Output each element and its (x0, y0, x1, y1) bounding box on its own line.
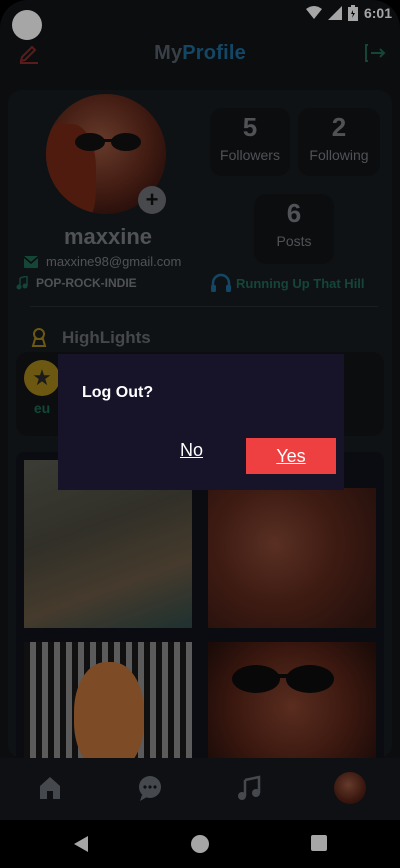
yes-button[interactable]: Yes (246, 438, 336, 474)
app-screen: 6:01 MyProfile + maxxine maxxine98@gmail… (0, 0, 400, 868)
logout-dialog: Log Out? No Yes (58, 354, 344, 490)
no-button[interactable]: No (180, 440, 203, 461)
dialog-title: Log Out? (82, 384, 154, 401)
